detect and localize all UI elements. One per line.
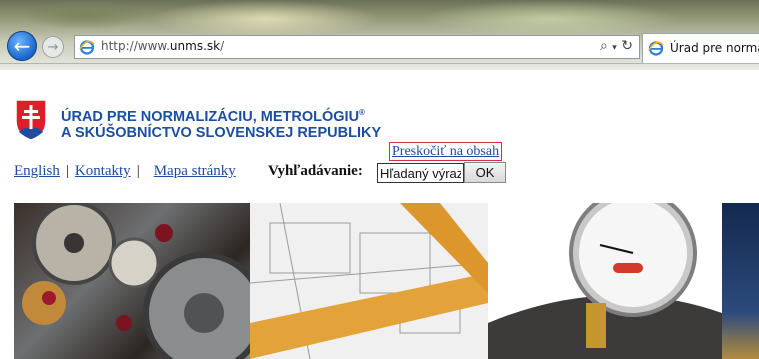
nav-sitemap-link[interactable]: Mapa stránky [154, 163, 236, 179]
nav-separator: | [65, 163, 69, 179]
arrow-right-icon: → [47, 39, 59, 55]
watch-gears-illustration [22, 203, 250, 359]
back-button[interactable]: ← [7, 31, 37, 61]
dropdown-icon[interactable]: ▾ [612, 43, 617, 53]
registered-mark: ® [359, 108, 365, 117]
banner-image-night-city [722, 203, 759, 359]
banner-image-watch-gears [14, 203, 250, 359]
nav-contacts-link[interactable]: Kontakty [75, 163, 131, 179]
top-nav: English | Kontakty | Mapa stránky [14, 163, 236, 180]
nav-english-link[interactable]: English [14, 163, 60, 179]
background-blur [150, 0, 380, 38]
browser-toolbar: ← → http://www.unms.sk/ ⌕ ▾ ↻ Úrad pre n… [0, 0, 759, 70]
browser-tab[interactable]: Úrad pre normalizá [642, 33, 759, 63]
search-input[interactable] [377, 163, 464, 183]
background-blur [20, 0, 150, 30]
organization-name: ÚRAD PRE NORMALIZÁCIU, METROLÓGIU® A SKÚ… [61, 105, 381, 141]
skip-to-content-link[interactable]: Preskočiť na obsah [389, 142, 503, 161]
search-ok-button[interactable]: OK [464, 162, 506, 183]
background-blur [420, 0, 680, 38]
address-bar[interactable]: http://www.unms.sk/ ⌕ ▾ ↻ [74, 35, 640, 59]
ie-logo-icon [79, 40, 95, 55]
divider [0, 63, 759, 64]
blueprint-ruler-illustration [250, 203, 488, 359]
tab-title: Úrad pre normalizá [670, 41, 759, 55]
magnifier-icon[interactable]: ⌕ [600, 38, 608, 54]
banner-image-pressure-gauge [488, 203, 722, 359]
url-text[interactable]: http://www.unms.sk/ [101, 39, 224, 53]
ie-logo-icon [648, 41, 664, 56]
nav-separator: | [136, 163, 140, 179]
org-name-line2: A SKÚŠOBNÍCTVO SLOVENSKEJ REPUBLIKY [61, 124, 382, 141]
org-name-line1: ÚRAD PRE NORMALIZÁCIU, METROLÓGIU [61, 108, 360, 125]
pressure-gauge-illustration [488, 203, 722, 359]
address-tools: ⌕ ▾ ↻ [600, 38, 633, 54]
coat-of-arms-icon [15, 99, 47, 141]
forward-button[interactable]: → [42, 36, 64, 58]
arrow-left-icon: ← [13, 34, 31, 58]
refresh-icon[interactable]: ↻ [621, 38, 633, 54]
banner-image-blueprint-ruler [250, 203, 488, 359]
search-label: Vyhľadávanie: [268, 163, 363, 179]
